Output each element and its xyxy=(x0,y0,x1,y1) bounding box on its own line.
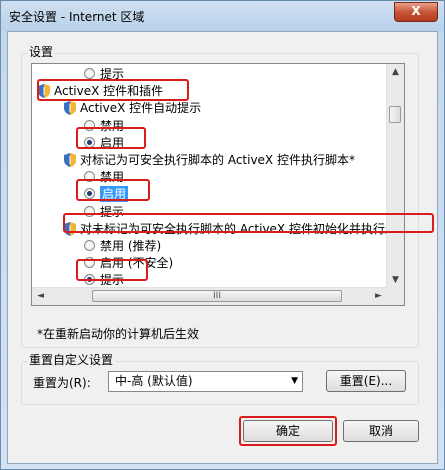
scroll-left-icon[interactable]: ◄ xyxy=(32,288,49,305)
restart-note: *在重新启动你的计算机后生效 xyxy=(37,327,200,341)
chevron-down-icon[interactable]: ▼ xyxy=(291,372,298,391)
close-button[interactable]: X xyxy=(394,2,438,22)
tree-row-label: 禁用 (推荐) xyxy=(100,239,162,253)
reset-button[interactable]: 重置(E)... xyxy=(326,370,406,392)
radio-option[interactable]: 禁用 (推荐) xyxy=(84,238,161,254)
scroll-right-icon[interactable]: ► xyxy=(370,288,387,305)
reset-level-select[interactable]: 中-高 (默认值) ▼ xyxy=(108,371,303,392)
tree-row-label: 对标记为可安全执行脚本的 ActiveX 控件执行脚本* xyxy=(80,153,355,167)
cancel-button[interactable]: 取消 xyxy=(343,420,419,442)
vertical-scrollbar[interactable]: ▲ ▼ xyxy=(386,64,404,289)
radio-unchecked-icon[interactable] xyxy=(84,68,95,79)
security-settings-window: 安全设置 - Internet 区域 X 设置 提示 ActiveX 控件和插件 A… xyxy=(0,0,445,470)
horizontal-scrollbar[interactable]: ◄ III ► xyxy=(32,287,387,305)
highlight-unmarked-activex-setting xyxy=(63,213,434,233)
window-title: 安全设置 - Internet 区域 xyxy=(9,10,145,24)
scrollbar-corner xyxy=(387,288,404,305)
scroll-up-icon[interactable]: ▲ xyxy=(387,64,404,81)
settings-group-label: 设置 xyxy=(27,43,56,60)
highlight-ok-button xyxy=(239,416,337,446)
shield-icon xyxy=(64,153,76,167)
tree-setting[interactable]: 对标记为可安全执行脚本的 ActiveX 控件执行脚本* xyxy=(64,152,355,168)
highlight-enable-option-2 xyxy=(76,179,150,201)
reset-group-label: 重置自定义设置 xyxy=(27,351,116,368)
title-bar[interactable]: 安全设置 - Internet 区域 X xyxy=(1,1,444,31)
highlight-prompt-option xyxy=(76,259,148,281)
horizontal-scroll-thumb[interactable]: III xyxy=(92,290,342,302)
reset-to-label: 重置为(R): xyxy=(33,376,91,390)
scroll-down-icon[interactable]: ▼ xyxy=(387,272,404,289)
highlight-enable-option-1 xyxy=(76,127,146,149)
highlight-activex-category xyxy=(37,79,189,101)
vertical-scroll-thumb[interactable] xyxy=(389,106,401,123)
radio-unchecked-icon[interactable] xyxy=(84,240,95,251)
shield-icon xyxy=(64,101,76,116)
reset-level-value: 中-高 (默认值) xyxy=(115,374,193,388)
tree-row-label: ActiveX 控件自动提示 xyxy=(80,101,202,116)
tree-setting[interactable]: ActiveX 控件自动提示 xyxy=(64,100,201,116)
